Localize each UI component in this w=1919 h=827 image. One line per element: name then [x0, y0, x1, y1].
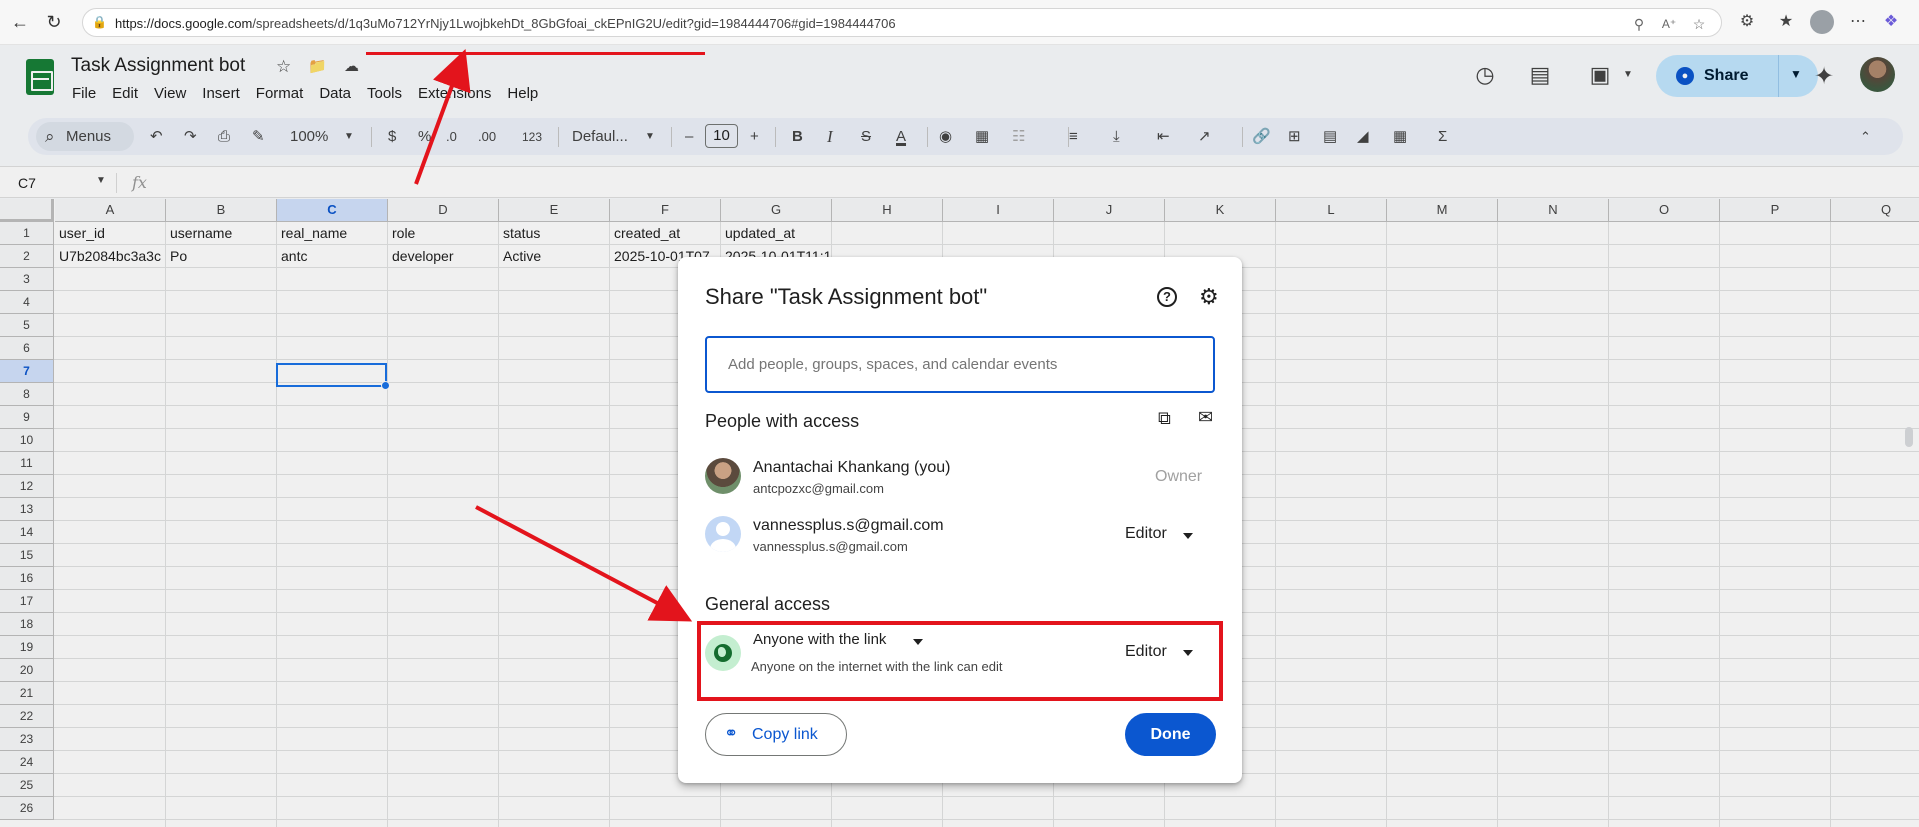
- back-icon[interactable]: ←: [8, 10, 32, 34]
- add-people-input[interactable]: [705, 336, 1215, 393]
- person-email: vannessplus.s@gmail.com: [753, 539, 908, 554]
- extensions-icon[interactable]: ⚙: [1736, 11, 1758, 33]
- owner-label: Owner: [1155, 468, 1203, 485]
- zoom-icon[interactable]: ⚲: [1630, 15, 1648, 33]
- person-body-icon: [710, 539, 736, 552]
- favorite-star-icon[interactable]: ☆: [1690, 15, 1708, 33]
- person-name: vannessplus.s@gmail.com: [753, 517, 944, 534]
- avatar: [705, 458, 741, 494]
- share-dialog: Share "Task Assignment bot" ? ⚙ People w…: [678, 257, 1242, 783]
- person-email: antcpozxc@gmail.com: [753, 481, 884, 496]
- avatar: [705, 516, 741, 552]
- role-dropdown-icon[interactable]: [1183, 533, 1193, 539]
- url-rest: /edit?gid=1984444706#gid=1984444706: [662, 16, 896, 31]
- address-bar[interactable]: 🔒 https://docs.google.com/spreadsheets/d…: [82, 8, 1722, 37]
- read-aloud-icon[interactable]: A⁺: [1660, 15, 1678, 33]
- copilot-icon[interactable]: ❖: [1880, 11, 1902, 33]
- url-path: /spreadsheets/d/: [252, 16, 349, 31]
- general-access-heading: General access: [705, 594, 831, 614]
- dialog-title: Share "Task Assignment bot": [705, 284, 988, 309]
- favorites-icon[interactable]: ★: [1775, 11, 1797, 33]
- people-with-access-heading: People with access: [705, 411, 860, 431]
- link-icon: ⚭: [724, 724, 739, 743]
- person-name: Anantachai Khankang (you): [753, 459, 951, 476]
- url-text: https://docs.google.com/spreadsheets/d/1…: [115, 16, 896, 31]
- person-head-icon: [716, 522, 730, 536]
- role-select[interactable]: Editor: [1125, 525, 1167, 543]
- browser-profile-avatar[interactable]: [1810, 10, 1834, 34]
- email-collaborators-icon[interactable]: ✉: [1198, 407, 1213, 428]
- browser-toolbar: ← ↻ 🔒 https://docs.google.com/spreadshee…: [0, 0, 1919, 45]
- lock-icon: 🔒: [92, 15, 107, 29]
- copy-emails-icon[interactable]: ⧉: [1158, 408, 1171, 429]
- annotation-underline: [366, 52, 705, 55]
- reload-icon[interactable]: ↻: [42, 10, 66, 34]
- url-id: 1q3uMo712YrNjy1LwojbkehDt_8GbGfoai_ckEPn…: [348, 16, 663, 31]
- more-icon[interactable]: ⋯: [1847, 11, 1869, 33]
- copy-link-label: Copy link: [752, 726, 818, 743]
- done-button[interactable]: Done: [1125, 713, 1216, 756]
- url-host: https://docs.google.com: [115, 16, 253, 31]
- copy-link-button[interactable]: ⚭ Copy link: [705, 713, 847, 756]
- help-icon[interactable]: ?: [1157, 287, 1177, 307]
- annotation-highlight-box: [697, 621, 1223, 701]
- settings-gear-icon[interactable]: ⚙: [1199, 284, 1219, 310]
